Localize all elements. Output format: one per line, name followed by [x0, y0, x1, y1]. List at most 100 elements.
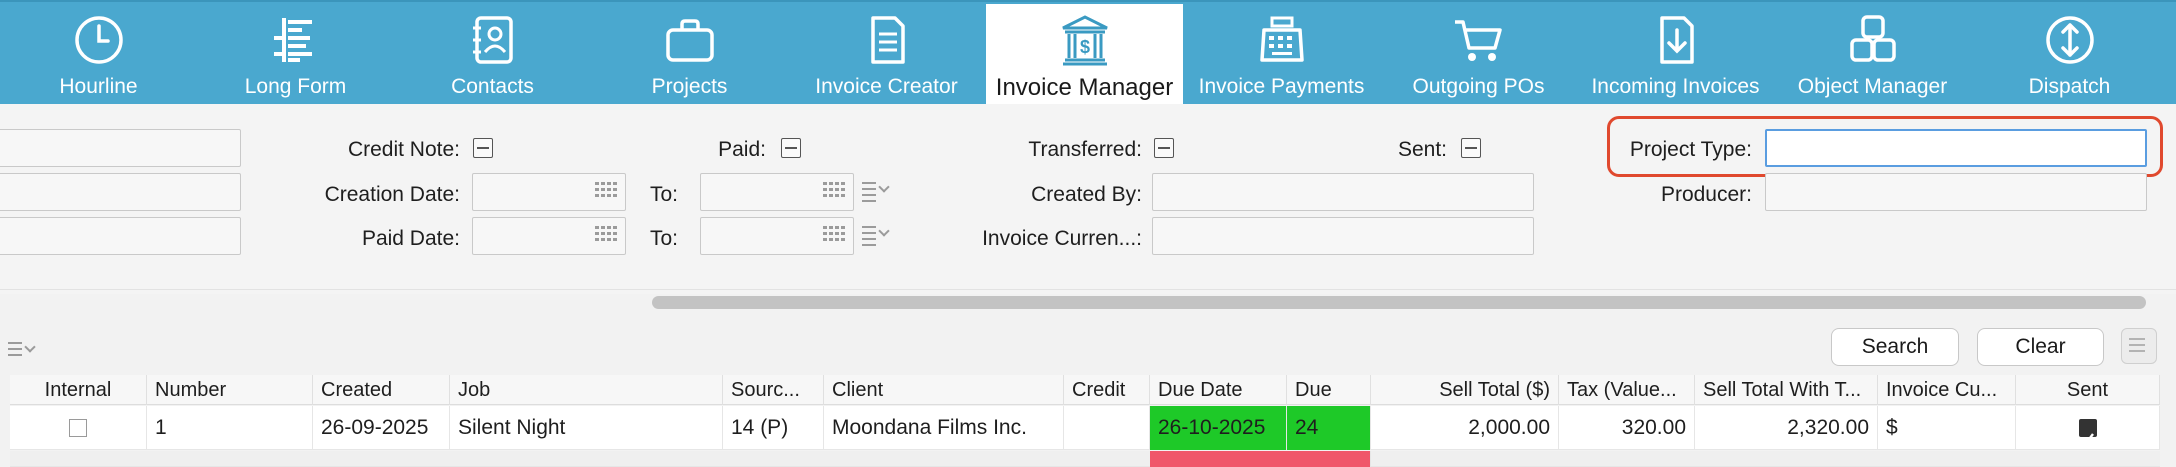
- sent-checkbox[interactable]: [1461, 138, 1481, 158]
- col-due[interactable]: Due: [1287, 375, 1371, 405]
- tab-hourline[interactable]: Hourline: [0, 4, 197, 106]
- invoice-currency-field[interactable]: [1152, 217, 1534, 255]
- shopping-cart-icon: [1454, 20, 1502, 61]
- calendar-icon[interactable]: [595, 182, 617, 202]
- filter-field-left-3[interactable]: [0, 217, 241, 255]
- cell-client: Moondana Films Inc.: [824, 406, 1064, 450]
- tab-long-form[interactable]: Long Form: [197, 4, 394, 106]
- producer-label: Producer:: [1660, 183, 1752, 206]
- cell-sent: [2016, 406, 2160, 450]
- internal-checkbox[interactable]: [69, 419, 87, 437]
- table-row[interactable]: [10, 451, 2160, 467]
- filter-field-left-2[interactable]: [0, 173, 241, 211]
- col-credit[interactable]: Credit: [1064, 375, 1150, 405]
- long-form-icon: [273, 18, 312, 62]
- list-options-icon[interactable]: [862, 180, 892, 204]
- paid-date-from-field[interactable]: [472, 217, 626, 255]
- tab-projects[interactable]: Projects: [591, 4, 788, 106]
- created-by-field[interactable]: [1152, 173, 1534, 211]
- tab-label: Outgoing POs: [1412, 75, 1545, 98]
- col-number[interactable]: Number: [147, 375, 313, 405]
- creation-date-label: Creation Date:: [324, 183, 460, 206]
- calendar-icon[interactable]: [823, 182, 845, 202]
- tab-invoice-creator[interactable]: Invoice Creator: [788, 4, 985, 106]
- tab-outgoing-pos[interactable]: Outgoing POs: [1380, 4, 1577, 106]
- filter-field-left-1[interactable]: [0, 129, 241, 167]
- tab-label: Long Form: [244, 75, 347, 98]
- cell-number: 1: [147, 406, 313, 450]
- search-button[interactable]: Search: [1831, 328, 1959, 366]
- cell-tax: 320.00: [1559, 406, 1695, 450]
- credit-note-checkbox[interactable]: [473, 138, 493, 158]
- tab-label: Invoice Creator: [815, 75, 958, 98]
- objects-icon: [1849, 15, 1896, 62]
- col-tax[interactable]: Tax (Value...: [1559, 375, 1695, 405]
- col-source[interactable]: Sourc...: [723, 375, 824, 405]
- module-toolbar: Hourline Long Form Contacts Projects Inv…: [0, 0, 2176, 106]
- col-job[interactable]: Job: [450, 375, 723, 405]
- tab-label: Incoming Invoices: [1591, 75, 1760, 98]
- col-sent[interactable]: Sent: [2016, 375, 2160, 405]
- col-due-date[interactable]: Due Date: [1150, 375, 1287, 405]
- divider: [0, 289, 2176, 290]
- table-header: Internal Number Created Job Sourc... Cli…: [10, 375, 2160, 405]
- tab-contacts[interactable]: Contacts: [394, 4, 591, 106]
- export-list-icon[interactable]: [2121, 328, 2157, 364]
- transferred-checkbox[interactable]: [1154, 138, 1174, 158]
- cell-source: 14 (P): [723, 406, 824, 450]
- col-client[interactable]: Client: [824, 375, 1064, 405]
- checkmark-icon: [2082, 433, 2094, 444]
- paid-date-label: Paid Date:: [361, 227, 460, 250]
- paid-label: Paid:: [718, 138, 766, 161]
- calendar-icon[interactable]: [823, 226, 845, 246]
- paid-date-to-field[interactable]: [700, 217, 854, 255]
- calendar-icon[interactable]: [595, 226, 617, 246]
- tab-incoming-invoices[interactable]: Incoming Invoices: [1577, 4, 1774, 106]
- producer-field[interactable]: [1765, 173, 2147, 211]
- tab-label: Projects: [651, 75, 728, 98]
- sent-checkbox-checked[interactable]: [2079, 419, 2097, 444]
- cell-invoice-currency: $: [1878, 406, 2016, 450]
- tab-dispatch[interactable]: Dispatch: [1971, 4, 2168, 106]
- document-icon: [870, 16, 905, 64]
- horizontal-scrollbar[interactable]: [652, 296, 2146, 309]
- tab-label: Contacts: [451, 75, 534, 98]
- sent-label: Sent:: [1397, 138, 1447, 161]
- clear-button[interactable]: Clear: [1977, 328, 2104, 366]
- cell-due-overdue: [1150, 451, 1371, 467]
- svg-text:$: $: [1079, 37, 1089, 57]
- invoice-currency-label: Invoice Curren...:: [982, 227, 1142, 250]
- creation-date-to-field[interactable]: [700, 173, 854, 211]
- tab-invoice-manager[interactable]: $ Invoice Manager: [986, 4, 1183, 106]
- tab-label: Object Manager: [1797, 75, 1948, 98]
- tab-label: Hourline: [59, 75, 138, 98]
- clock-icon: [74, 16, 123, 64]
- briefcase-icon: [665, 19, 714, 62]
- col-sell-total[interactable]: Sell Total ($): [1371, 375, 1559, 405]
- creation-date-from-field[interactable]: [472, 173, 626, 211]
- col-invoice-currency[interactable]: Invoice Cu...: [1878, 375, 2016, 405]
- credit-note-label: Credit Note:: [347, 138, 460, 161]
- contacts-book-icon: [472, 16, 513, 64]
- bank-dollar-icon: $: [1061, 15, 1108, 66]
- transferred-label: Transferred:: [1028, 138, 1142, 161]
- col-sell-total-with-tax[interactable]: Sell Total With T...: [1695, 375, 1878, 405]
- tab-invoice-payments[interactable]: Invoice Payments: [1183, 4, 1380, 106]
- tab-object-manager[interactable]: Object Manager: [1774, 4, 1971, 106]
- col-created[interactable]: Created: [313, 375, 450, 405]
- list-options-icon[interactable]: [862, 224, 892, 248]
- tab-label: Invoice Manager: [995, 74, 1174, 101]
- cell-job: Silent Night: [450, 406, 723, 450]
- col-internal[interactable]: Internal: [10, 375, 147, 405]
- table-row[interactable]: 1 26-09-2025 Silent Night 14 (P) Moondan…: [10, 406, 2160, 450]
- cell-due: 24: [1287, 406, 1371, 450]
- tab-label: Invoice Payments: [1198, 75, 1365, 98]
- column-options-icon[interactable]: [8, 340, 38, 364]
- project-type-label: Project Type:: [1629, 138, 1752, 161]
- project-type-input[interactable]: [1765, 129, 2147, 167]
- created-by-label: Created By:: [1031, 183, 1142, 206]
- cell-sell-total-with-tax: 2,320.00: [1695, 406, 1878, 450]
- cash-register-icon: [1259, 16, 1304, 62]
- paid-checkbox[interactable]: [781, 138, 801, 158]
- cell-internal: [10, 406, 147, 450]
